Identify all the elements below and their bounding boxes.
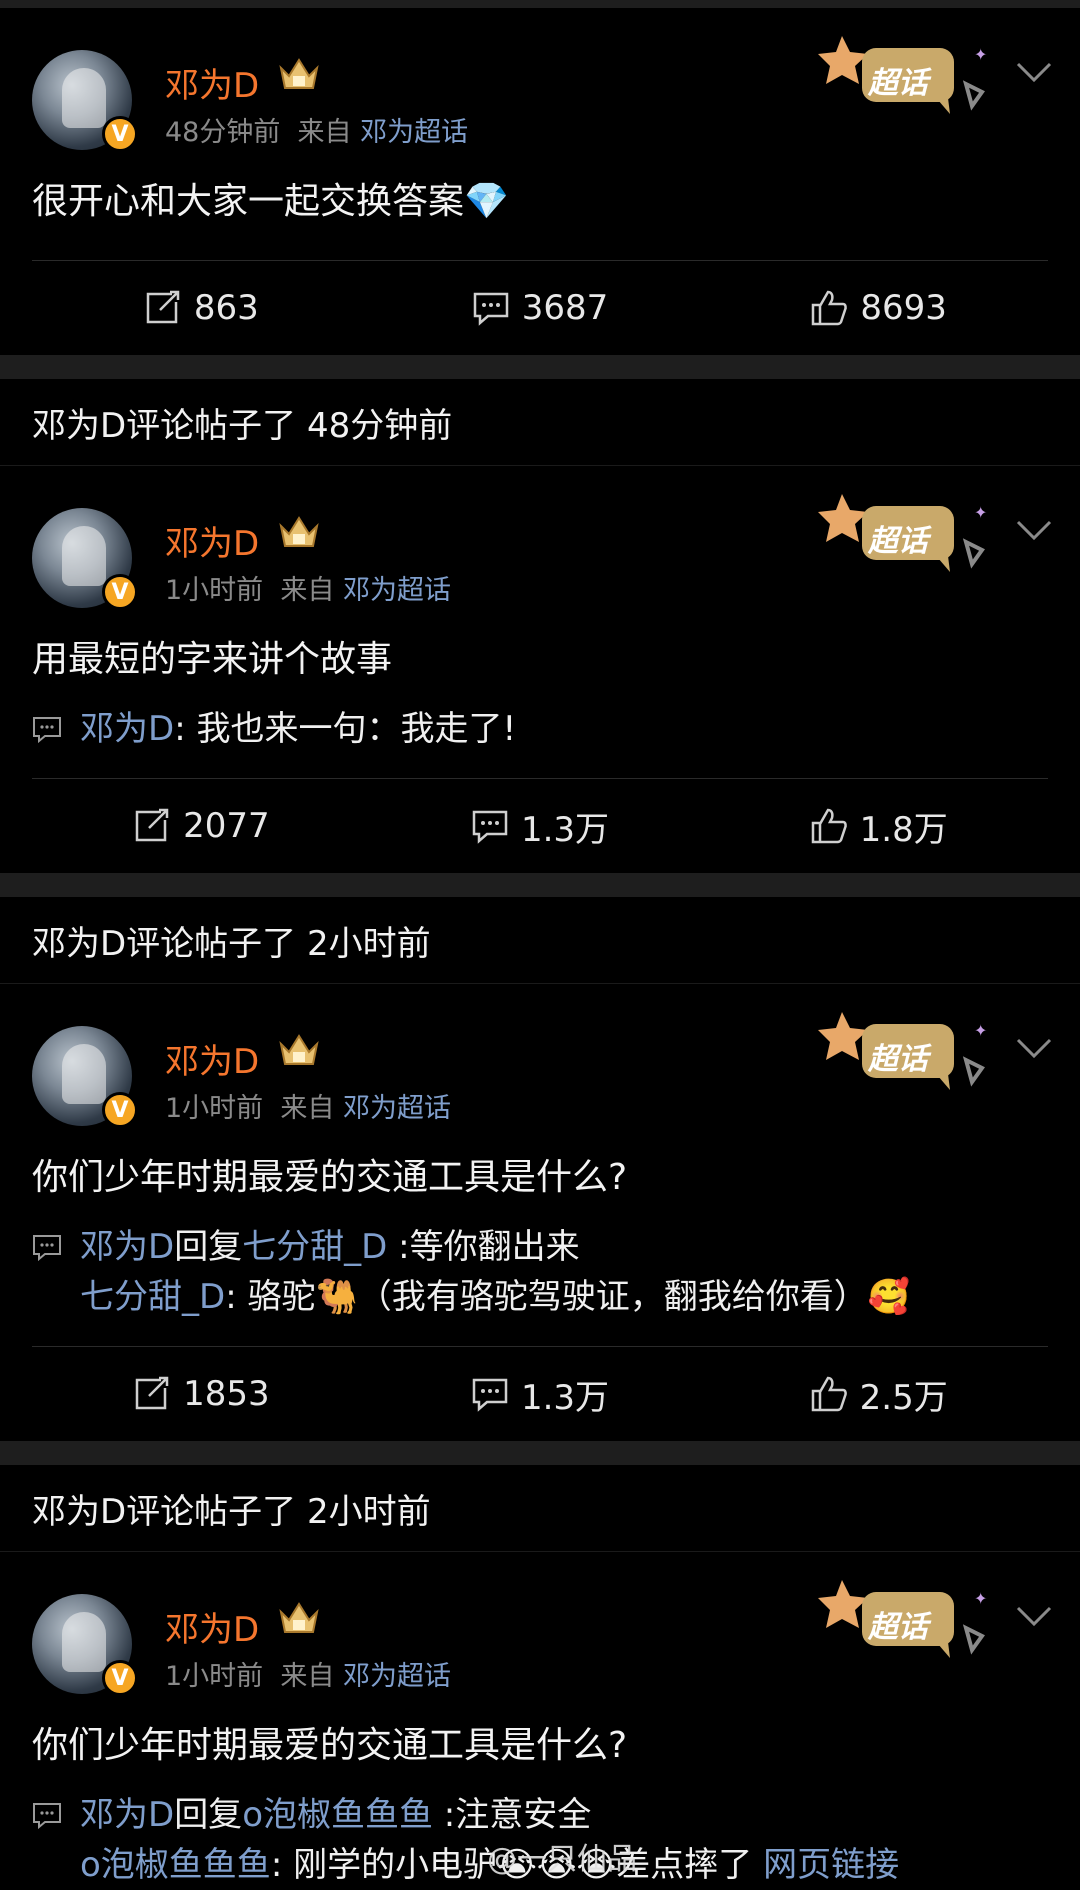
comment-button[interactable]: 1.3万 (371, 802, 710, 851)
post-text: 用最短的字来讲个故事 (32, 639, 393, 680)
comment-button[interactable]: 1.3万 (371, 1370, 710, 1419)
post-meta: 1小时前 来自 邓为超话 (165, 1093, 451, 1124)
comment-user[interactable]: 邓为D (80, 1795, 174, 1835)
post-meta: 1小时前 来自 邓为超话 (165, 575, 451, 606)
chevron-down-icon[interactable] (1016, 1036, 1052, 1060)
post-text: 你们少年时期最爱的交通工具是什么? (32, 1725, 628, 1766)
crown-badge-icon (279, 516, 319, 547)
avatar[interactable]: V (32, 508, 138, 610)
comment-icon (33, 1235, 61, 1261)
separator (0, 355, 1080, 379)
crown-badge-icon (279, 1034, 319, 1065)
chaohua-badge[interactable]: ✦ 超话 (818, 488, 994, 578)
verified-badge-icon: V (102, 116, 138, 152)
comment-preview[interactable]: 邓为D回复o泡椒鱼鱼鱼 :注意安全 (0, 1790, 1080, 1840)
action-bar: 2077 1.3万 1.8万 (32, 778, 1048, 873)
comment-preview[interactable]: 邓为D: 我也来一句：我走了! (0, 704, 1080, 754)
comment-user[interactable]: o泡椒鱼鱼鱼 (80, 1845, 271, 1885)
post-2[interactable]: V 邓为D 1小时前 来自 邓为超话 ✦ 超话 用最短的字来讲个故事 邓为D: … (0, 466, 1080, 873)
thumbs-up-icon (811, 808, 847, 844)
comment-icon (33, 1803, 61, 1829)
separator (0, 873, 1080, 897)
crown-badge-icon (279, 58, 319, 89)
source-link[interactable]: 邓为超话 (343, 1093, 451, 1124)
like-button[interactable]: 8693 (709, 288, 1048, 328)
comment-user[interactable]: 邓为D (80, 709, 174, 749)
repost-icon (135, 1376, 169, 1410)
verified-badge-icon: V (102, 1660, 138, 1696)
action-bar: 863 3687 8693 (32, 260, 1048, 355)
repost-icon (135, 808, 169, 842)
chaohua-badge[interactable]: ✦ 超话 (818, 30, 994, 120)
username[interactable]: 邓为D (165, 58, 259, 107)
post-3[interactable]: V 邓为D 1小时前 来自 邓为超话 ✦ 超话 你们少年时期最爱的交通工具是什么… (0, 984, 1080, 1441)
repost-button[interactable]: 863 (32, 288, 371, 328)
comment-button[interactable]: 3687 (371, 288, 710, 328)
chevron-down-icon[interactable] (1016, 60, 1052, 84)
repost-button[interactable]: 1853 (32, 1374, 371, 1414)
reply-to-user[interactable]: o泡椒鱼鱼鱼 (242, 1795, 433, 1835)
comment-preview[interactable]: 邓为D回复七分甜_D :等你翻出来 (0, 1222, 1080, 1272)
chaohua-badge[interactable]: ✦ 超话 (818, 1574, 994, 1664)
comment-icon (472, 1378, 508, 1412)
post-1[interactable]: V 邓为D 48分钟前 来自 邓为超话 ✦ 超话 很开心和大家一起交换答案💎 8… (0, 8, 1080, 355)
post-text: 你们少年时期最爱的交通工具是什么? (32, 1157, 628, 1198)
chevron-down-icon[interactable] (1016, 518, 1052, 542)
like-button[interactable]: 1.8万 (709, 802, 1048, 851)
username[interactable]: 邓为D (165, 1034, 259, 1083)
post-text: 很开心和大家一起交换答案💎 (32, 181, 509, 222)
activity-header: 邓为D评论帖子了 2小时前 (0, 1465, 1080, 1552)
activity-header: 邓为D评论帖子了 2小时前 (0, 897, 1080, 984)
crown-badge-icon (279, 1602, 319, 1633)
action-bar: 1853 1.3万 2.5万 (32, 1346, 1048, 1441)
like-button[interactable]: 2.5万 (709, 1370, 1048, 1419)
source-link[interactable]: 邓为超话 (343, 575, 451, 606)
top-separator (0, 0, 1080, 8)
svg-text:✦: ✦ (974, 45, 987, 64)
web-link[interactable]: 网页链接 (763, 1845, 899, 1885)
verified-badge-icon: V (102, 1092, 138, 1128)
comment-user[interactable]: 邓为D (80, 1227, 174, 1267)
comment-icon (473, 292, 508, 326)
avatar[interactable]: V (32, 1026, 138, 1128)
repost-button[interactable]: 2077 (32, 806, 371, 846)
activity-header: 邓为D评论帖子了 48分钟前 (0, 379, 1080, 466)
svg-text:✦: ✦ (974, 1589, 987, 1608)
post-meta: 48分钟前 来自 邓为超话 (165, 117, 469, 148)
comment-user[interactable]: 七分甜_D (80, 1277, 225, 1317)
source-link[interactable]: 邓为超话 (360, 117, 468, 148)
username[interactable]: 邓为D (165, 1602, 259, 1651)
thumbs-up-icon (812, 290, 848, 326)
avatar[interactable]: V (32, 50, 138, 152)
source-link[interactable]: 邓为超话 (343, 1661, 451, 1692)
repost-icon (146, 290, 180, 324)
svg-text:✦: ✦ (974, 503, 987, 522)
username[interactable]: 邓为D (165, 516, 259, 565)
verified-badge-icon: V (102, 574, 138, 610)
comment-icon (33, 717, 61, 743)
watermark: @一只仙品 (487, 1842, 637, 1877)
chevron-down-icon[interactable] (1016, 1604, 1052, 1628)
comment-reply[interactable]: 七分甜_D: 骆驼🐫（我有骆驼驾驶证，翻我给你看）🥰 (0, 1272, 1080, 1322)
comment-icon (472, 810, 508, 844)
chaohua-badge[interactable]: ✦ 超话 (818, 1006, 994, 1096)
thumbs-up-icon (811, 1376, 847, 1412)
svg-text:✦: ✦ (974, 1021, 987, 1040)
reply-to-user[interactable]: 七分甜_D (242, 1227, 387, 1267)
separator (0, 1441, 1080, 1465)
avatar[interactable]: V (32, 1594, 138, 1696)
post-meta: 1小时前 来自 邓为超话 (165, 1661, 451, 1692)
